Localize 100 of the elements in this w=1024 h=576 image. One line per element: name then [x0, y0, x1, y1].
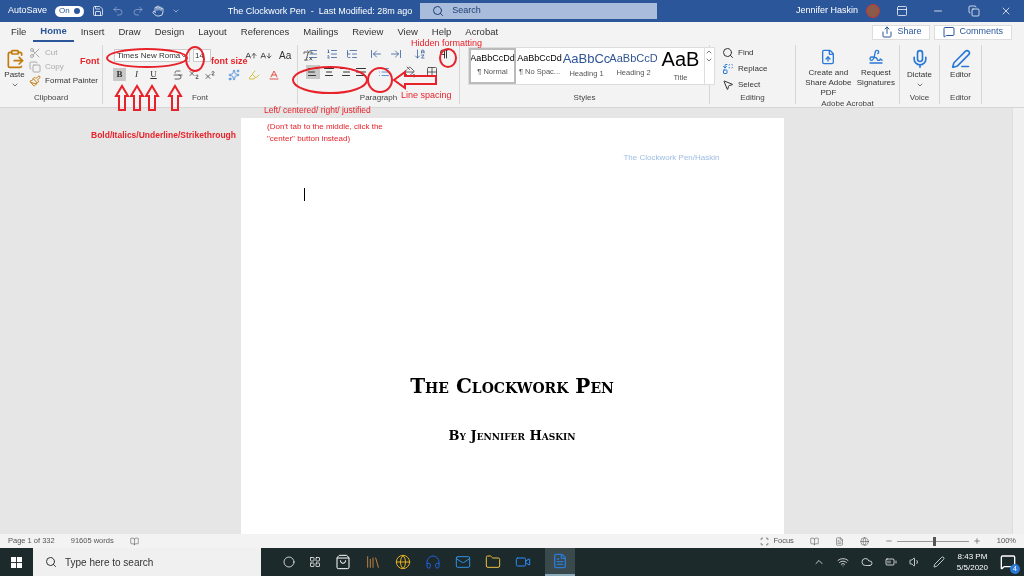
subscript-icon[interactable]: [188, 68, 200, 81]
font-color-icon[interactable]: [268, 68, 280, 81]
annotation-text: font size: [211, 55, 248, 68]
format-button[interactable]: I: [130, 68, 143, 81]
scroll-up-icon[interactable]: [705, 48, 713, 56]
strikethrough-icon[interactable]: [172, 68, 184, 81]
align-icon: [355, 66, 367, 78]
borders-icon[interactable]: [426, 66, 438, 78]
folder-icon[interactable]: [485, 554, 501, 570]
autosave-toggle[interactable]: On: [55, 5, 84, 17]
battery-icon[interactable]: [884, 556, 897, 568]
replace-icon: [722, 63, 734, 75]
decrease-indent-icon[interactable]: [370, 48, 382, 60]
bullets-icon[interactable]: [306, 48, 318, 60]
ribbon-tab[interactable]: Insert: [73, 22, 112, 42]
print-layout-icon[interactable]: [834, 536, 844, 546]
paste-button[interactable]: Paste: [4, 45, 26, 92]
select-button[interactable]: Select: [722, 79, 768, 91]
multilevel-list-icon[interactable]: [346, 48, 358, 60]
shrink-font-icon[interactable]: [260, 49, 272, 62]
format-button[interactable]: B: [113, 68, 126, 81]
mail-icon[interactable]: [455, 554, 471, 570]
group-label: Editor: [950, 92, 971, 104]
store-icon[interactable]: [335, 554, 351, 570]
text-effects-icon[interactable]: [228, 68, 240, 81]
task-view-icon[interactable]: [309, 556, 321, 568]
align-icon: [323, 66, 335, 78]
caret-icon: [915, 81, 924, 89]
ribbon-tab[interactable]: References: [233, 22, 297, 42]
clear-formatting-icon[interactable]: [302, 49, 315, 62]
word-app-icon[interactable]: [545, 548, 575, 576]
windows-logo-icon[interactable]: [11, 556, 22, 568]
notifications-icon[interactable]: [1000, 554, 1016, 570]
group-label: Voice: [909, 92, 930, 104]
annotation-arrow: [129, 84, 145, 111]
ribbon-tab[interactable]: Design: [147, 22, 192, 42]
change-case-button[interactable]: Aa: [279, 48, 292, 63]
ribbon-tab[interactable]: File: [4, 22, 34, 42]
ribbon-tab[interactable]: Layout: [191, 22, 234, 42]
cortana-icon[interactable]: [283, 556, 295, 568]
format-painter-button[interactable]: Format Painter: [29, 75, 98, 87]
clock-time[interactable]: 8:43 PM: [957, 551, 988, 562]
group-label: Adobe Acrobat: [821, 98, 874, 110]
browser-icon[interactable]: [395, 554, 411, 570]
superscript-icon[interactable]: [204, 68, 216, 81]
annotation-arrow: [114, 84, 130, 111]
search-icon: [432, 5, 445, 17]
cloud-icon[interactable]: [860, 556, 873, 568]
search-field[interactable]: Search: [420, 3, 658, 19]
annotation-ellipse: [439, 48, 457, 68]
editor-button[interactable]: Editor: [944, 45, 977, 92]
headphones-icon[interactable]: [425, 554, 441, 570]
annotation-arrow: [144, 84, 160, 111]
scroll-down-icon[interactable]: [705, 56, 713, 64]
touch-mode-icon[interactable]: [151, 5, 164, 17]
web-layout-icon[interactable]: [859, 536, 869, 546]
group-label: Editing: [740, 92, 765, 104]
ribbon-display-icon[interactable]: [896, 5, 908, 17]
increase-indent-icon[interactable]: [390, 48, 402, 60]
dictate-button[interactable]: Dictate: [904, 45, 935, 92]
taskbar-search-field[interactable]: Type here to search: [33, 548, 261, 576]
zoom-in-icon[interactable]: [972, 537, 981, 545]
search-icon: [45, 556, 57, 568]
books-icon[interactable]: [365, 554, 381, 570]
annotation-arrow: [167, 84, 183, 111]
share-icon: [881, 26, 894, 38]
vertical-scrollbar[interactable]: [1012, 108, 1024, 534]
network-icon[interactable]: [836, 556, 849, 568]
restore-icon[interactable]: [968, 5, 980, 17]
proofing-icon[interactable]: [129, 536, 139, 546]
align-button[interactable]: [322, 65, 336, 79]
ribbon-tab[interactable]: Review: [345, 22, 391, 42]
align-button[interactable]: [354, 65, 368, 79]
clock-date[interactable]: 5/5/2020: [956, 562, 988, 573]
replace-button[interactable]: Replace: [722, 63, 768, 75]
share-button[interactable]: Share: [872, 24, 931, 40]
sort-icon[interactable]: [414, 48, 426, 60]
pen-icon: [950, 49, 971, 69]
line-spacing-icon[interactable]: [378, 66, 390, 78]
shading-icon[interactable]: [404, 66, 416, 78]
comment-icon: [943, 26, 956, 38]
close-icon[interactable]: [1000, 5, 1012, 17]
read-mode-icon[interactable]: [809, 536, 819, 546]
ribbon-tab[interactable]: Draw: [111, 22, 148, 42]
request-signatures-button[interactable]: Request Signatures: [856, 45, 895, 98]
customize-icon[interactable]: [171, 7, 180, 15]
zoom-thumb[interactable]: [932, 536, 936, 546]
video-icon[interactable]: [515, 554, 531, 570]
find-button[interactable]: Find: [722, 47, 768, 59]
pilcrow-icon[interactable]: [438, 48, 450, 60]
numbering-icon[interactable]: [326, 48, 338, 60]
ribbon-tab[interactable]: Mailings: [296, 22, 346, 42]
grow-font-icon[interactable]: [245, 49, 257, 62]
volume-icon[interactable]: [908, 556, 921, 568]
focus-icon: [760, 536, 770, 546]
comments-button[interactable]: Comments: [934, 24, 1012, 40]
pen-icon[interactable]: [932, 556, 945, 568]
format-button[interactable]: U: [147, 68, 160, 81]
save-icon[interactable]: [91, 5, 104, 17]
create-pdf-button[interactable]: Create and Share Adobe PDF: [800, 45, 857, 98]
